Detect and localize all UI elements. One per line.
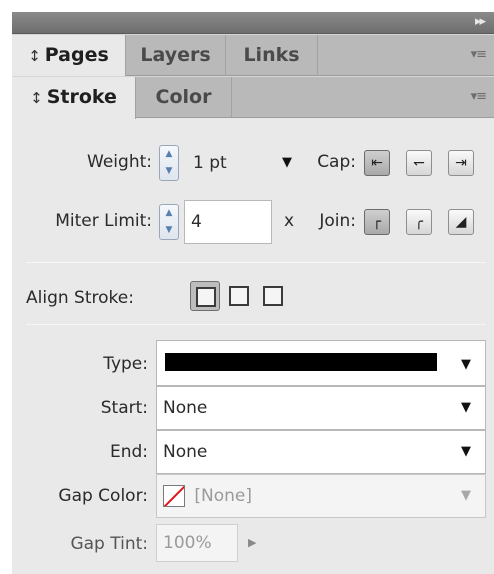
butt-cap-icon[interactable]: ⇤ xyxy=(364,150,390,176)
end-dropdown[interactable]: None ▼ xyxy=(156,430,486,474)
tab-links[interactable]: Links xyxy=(226,35,318,76)
stepper-up-icon[interactable]: ▲ xyxy=(160,205,178,222)
end-label: End: xyxy=(109,442,148,462)
align-center-icon[interactable] xyxy=(190,281,220,311)
cap-label: Cap: xyxy=(317,152,356,172)
weight-label: Weight: xyxy=(87,152,152,172)
projecting-cap-icon[interactable]: ⇥ xyxy=(448,150,474,176)
panel-menu-icon[interactable]: ▾≡ xyxy=(471,47,487,62)
round-join-icon[interactable]: ╭ xyxy=(406,209,432,235)
start-label: Start: xyxy=(100,398,148,418)
round-cap-icon[interactable]: ↽ xyxy=(406,150,432,176)
gap-tint-field[interactable]: 100% xyxy=(156,524,238,562)
gap-color-dropdown[interactable]: [None] ▼ xyxy=(156,474,486,518)
tab-row-stroke: ↕ Stroke Color ▾≡ xyxy=(12,76,494,119)
start-dropdown[interactable]: None ▼ xyxy=(156,386,486,430)
expand-arrows-icon: ↕ xyxy=(28,47,41,65)
divider xyxy=(26,262,486,263)
weight-stepper[interactable]: ▲ ▼ xyxy=(159,145,179,181)
align-outside-icon[interactable] xyxy=(258,281,288,311)
stroke-panel: ▸▸ ↕ Pages Layers Links ▾≡ ↕ Stroke Color … xyxy=(12,12,494,574)
miter-join-icon[interactable]: ┌ xyxy=(364,209,390,235)
align-inside-icon[interactable] xyxy=(224,281,254,311)
gap-color-label: Gap Color: xyxy=(58,486,148,506)
tab-pages[interactable]: ↕ Pages xyxy=(12,35,126,77)
chevron-down-icon[interactable]: ▼ xyxy=(461,357,471,372)
bevel-join-icon[interactable]: ◢ xyxy=(448,209,474,235)
gap-tint-label: Gap Tint: xyxy=(70,534,148,554)
weight-dropdown-icon[interactable]: ▼ xyxy=(282,155,292,170)
type-dropdown[interactable]: ▼ xyxy=(156,340,486,386)
miter-limit-stepper[interactable]: ▲ ▼ xyxy=(159,204,179,240)
divider xyxy=(26,324,486,325)
tab-row-pages: ↕ Pages Layers Links ▾≡ xyxy=(12,34,494,77)
join-label: Join: xyxy=(319,211,356,231)
stepper-down-icon[interactable]: ▼ xyxy=(160,163,178,180)
tab-stroke[interactable]: ↕ Stroke xyxy=(12,77,136,119)
gap-tint-slider-arrow-icon[interactable]: ▶ xyxy=(248,536,256,549)
align-stroke-label: Align Stroke: xyxy=(26,288,134,308)
chevron-down-icon[interactable]: ▼ xyxy=(461,475,471,517)
miter-limit-field[interactable]: 4 xyxy=(184,200,272,244)
type-label: Type: xyxy=(103,354,148,374)
miter-limit-label: Miter Limit: xyxy=(55,211,152,231)
chevron-down-icon[interactable]: ▼ xyxy=(461,387,471,429)
stepper-up-icon[interactable]: ▲ xyxy=(160,146,178,163)
tab-color[interactable]: Color xyxy=(136,77,232,118)
stroke-type-swatch xyxy=(165,353,437,371)
miter-unit: x xyxy=(283,211,294,231)
chevron-down-icon[interactable]: ▼ xyxy=(461,431,471,473)
stepper-down-icon[interactable]: ▼ xyxy=(160,222,178,239)
panel-menu-icon[interactable]: ▾≡ xyxy=(471,89,487,104)
none-swatch-icon xyxy=(163,485,185,507)
tab-layers[interactable]: Layers xyxy=(126,35,226,76)
panel-title-bar[interactable]: ▸▸ xyxy=(12,12,494,34)
collapse-panel-icon[interactable]: ▸▸ xyxy=(475,14,486,29)
expand-arrows-icon: ↕ xyxy=(30,89,43,107)
